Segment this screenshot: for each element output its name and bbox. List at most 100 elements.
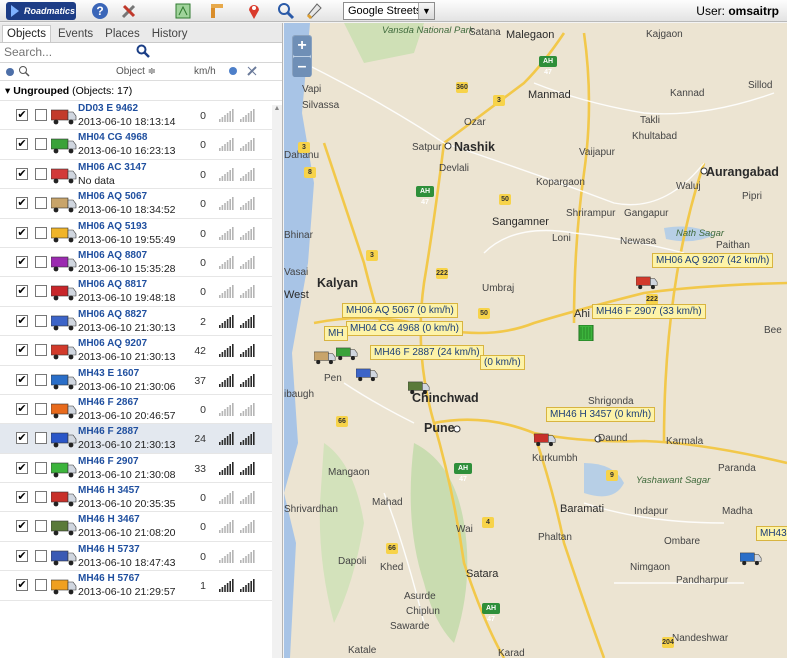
object-name[interactable]: MH46 H 3457	[78, 485, 140, 496]
search-map-icon[interactable]	[275, 1, 297, 21]
vehicle-label[interactable]: MH06 AQ 5067 (0 km/h)	[342, 303, 458, 318]
follow-checkbox[interactable]	[35, 344, 47, 357]
object-row[interactable]: ✔ DD03 E 9462 2013-06-10 18:13:14 0	[0, 101, 282, 131]
object-row[interactable]: ✔ MH46 F 2907 2013-06-10 21:30:08 33	[0, 454, 282, 484]
visible-checkbox[interactable]: ✔	[16, 197, 28, 210]
vehicle-marker-icon[interactable]	[407, 379, 430, 395]
follow-checkbox[interactable]	[35, 579, 47, 592]
vehicle-marker-icon[interactable]	[335, 345, 358, 361]
object-row[interactable]: ✔ MH06 AQ 8817 2013-06-10 19:48:18 0	[0, 277, 282, 307]
list-scrollbar[interactable]: ▲	[272, 105, 282, 658]
object-row[interactable]: ✔ MH06 AQ 8807 2013-06-10 15:35:28 0	[0, 248, 282, 278]
follow-checkbox[interactable]	[35, 285, 47, 298]
object-row[interactable]: ✔ MH06 AQ 8827 2013-06-10 21:30:13 2	[0, 307, 282, 337]
zoom-in-button[interactable]: +	[293, 36, 311, 56]
object-name[interactable]: MH06 AQ 5193	[78, 221, 147, 232]
object-row[interactable]: ✔ MH46 F 2887 2013-06-10 21:30:13 24	[0, 424, 282, 454]
visible-checkbox[interactable]: ✔	[16, 461, 28, 474]
tab-places[interactable]: Places	[100, 25, 145, 42]
visible-checkbox[interactable]: ✔	[16, 255, 28, 268]
visible-checkbox[interactable]: ✔	[16, 373, 28, 386]
vehicle-label[interactable]: MH04 CG 4968 (0 km/h)	[346, 321, 463, 336]
visible-checkbox[interactable]: ✔	[16, 432, 28, 445]
follow-checkbox[interactable]	[35, 402, 47, 415]
vehicle-label[interactable]: MH	[324, 326, 348, 341]
object-row[interactable]: ✔ MH46 H 3467 2013-06-10 21:08:20 0	[0, 512, 282, 542]
object-name[interactable]: MH46 H 5737	[78, 544, 140, 555]
follow-checkbox[interactable]	[35, 373, 47, 386]
tab-history[interactable]: History	[147, 25, 193, 42]
visible-checkbox[interactable]: ✔	[16, 344, 28, 357]
object-name[interactable]: MH06 AQ 5067	[78, 191, 147, 202]
object-row[interactable]: ✔ MH06 AQ 5193 2013-06-10 19:55:49 0	[0, 219, 282, 248]
help-icon[interactable]: ?	[89, 1, 111, 21]
object-row[interactable]: ✔ MH04 CG 4968 2013-06-10 16:23:13 0	[0, 130, 282, 160]
visible-checkbox[interactable]: ✔	[16, 491, 28, 504]
map-layer-select[interactable]: Google Streets ▼	[343, 2, 435, 20]
tools-icon[interactable]	[118, 1, 140, 21]
tab-events[interactable]: Events	[53, 25, 98, 42]
visible-checkbox[interactable]: ✔	[16, 109, 28, 121]
vehicle-label[interactable]: (0 km/h)	[480, 355, 525, 370]
tab-objects[interactable]: Objects	[2, 25, 51, 42]
object-name[interactable]: MH06 AC 3147	[78, 162, 147, 173]
object-name[interactable]: MH06 AQ 8817	[78, 279, 147, 290]
follow-checkbox[interactable]	[35, 549, 47, 562]
zoom-out-button[interactable]: –	[293, 57, 311, 77]
visible-checkbox[interactable]: ✔	[16, 579, 28, 592]
object-name[interactable]: DD03 E 9462	[78, 103, 138, 114]
object-row[interactable]: ✔ MH46 H 5767 2013-06-10 21:29:57 1	[0, 571, 282, 601]
vehicle-marker-icon[interactable]	[576, 324, 598, 342]
follow-checkbox[interactable]	[35, 197, 47, 210]
follow-checkbox[interactable]	[35, 167, 47, 180]
object-row[interactable]: ✔ MH06 AQ 9207 2013-06-10 21:30:13 42	[0, 336, 282, 366]
follow-checkbox[interactable]	[35, 109, 47, 121]
places-icon[interactable]	[206, 1, 228, 21]
follow-checkbox[interactable]	[35, 491, 47, 504]
object-name[interactable]: MH46 F 2887	[78, 426, 139, 437]
object-row[interactable]: ✔ MH43 E 1607 2013-06-10 21:30:06 37	[0, 366, 282, 395]
object-name[interactable]: MH06 AQ 8827	[78, 309, 147, 320]
marker-icon[interactable]	[243, 1, 265, 21]
object-name[interactable]: MH04 CG 4968	[78, 132, 147, 143]
object-row[interactable]: ✔ MH46 H 3457 2013-06-10 20:35:35 0	[0, 483, 282, 513]
vehicle-label[interactable]: MH46 F 2907 (33 km/h)	[592, 304, 706, 319]
object-name[interactable]: MH06 AQ 9207	[78, 338, 147, 349]
object-name[interactable]: MH43 E 1607	[78, 368, 139, 379]
group-header[interactable]: ▾ Ungrouped (Objects: 17)	[0, 81, 282, 101]
vehicle-marker-icon[interactable]	[533, 431, 556, 447]
follow-checkbox[interactable]	[35, 226, 47, 239]
vehicle-label[interactable]: MH06 AQ 9207 (42 km/h)	[652, 253, 774, 268]
vehicle-label[interactable]: MH46 H 3457 (0 km/h)	[546, 407, 656, 422]
filter-search-icon[interactable]	[18, 65, 30, 77]
vehicle-marker-icon[interactable]	[313, 349, 336, 365]
fit-map-icon[interactable]	[172, 1, 194, 21]
visible-checkbox[interactable]: ✔	[16, 226, 28, 239]
search-input[interactable]	[0, 43, 150, 61]
vehicle-marker-icon[interactable]	[739, 550, 762, 566]
ruler-icon[interactable]	[303, 1, 325, 21]
visible-checkbox[interactable]: ✔	[16, 520, 28, 533]
follow-checkbox[interactable]	[35, 432, 47, 445]
visible-checkbox[interactable]: ✔	[16, 285, 28, 298]
visible-checkbox[interactable]: ✔	[16, 402, 28, 415]
app-logo[interactable]: Roadmatics	[6, 2, 76, 20]
object-name[interactable]: MH46 F 2867	[78, 397, 139, 408]
vehicle-label[interactable]: MH46 F 2887 (24 km/h)	[370, 345, 484, 360]
follow-checkbox[interactable]	[35, 138, 47, 151]
object-row[interactable]: ✔ MH46 F 2867 2013-06-10 20:46:57 0	[0, 395, 282, 425]
object-row[interactable]: ✔ MH06 AC 3147 No data 0	[0, 160, 282, 190]
follow-checkbox[interactable]	[35, 461, 47, 474]
map-view[interactable]: + – Vansda National Park Satana Malegaon Ka…	[284, 23, 787, 658]
object-row[interactable]: ✔ MH46 H 5737 2013-06-10 18:47:43 0	[0, 542, 282, 572]
vehicle-marker-icon[interactable]	[635, 274, 658, 290]
settings-icon[interactable]	[4, 66, 16, 77]
vehicle-marker-icon[interactable]	[355, 366, 378, 382]
vehicle-label[interactable]: MH43	[756, 526, 787, 541]
visible-checkbox[interactable]: ✔	[16, 167, 28, 180]
object-name[interactable]: MH06 AQ 8807	[78, 250, 147, 261]
search-icon[interactable]	[136, 44, 150, 58]
object-row[interactable]: ✔ MH06 AQ 5067 2013-06-10 18:34:52 0	[0, 189, 282, 219]
object-name[interactable]: MH46 F 2907	[78, 456, 139, 467]
scroll-up-icon[interactable]: ▲	[272, 105, 282, 115]
